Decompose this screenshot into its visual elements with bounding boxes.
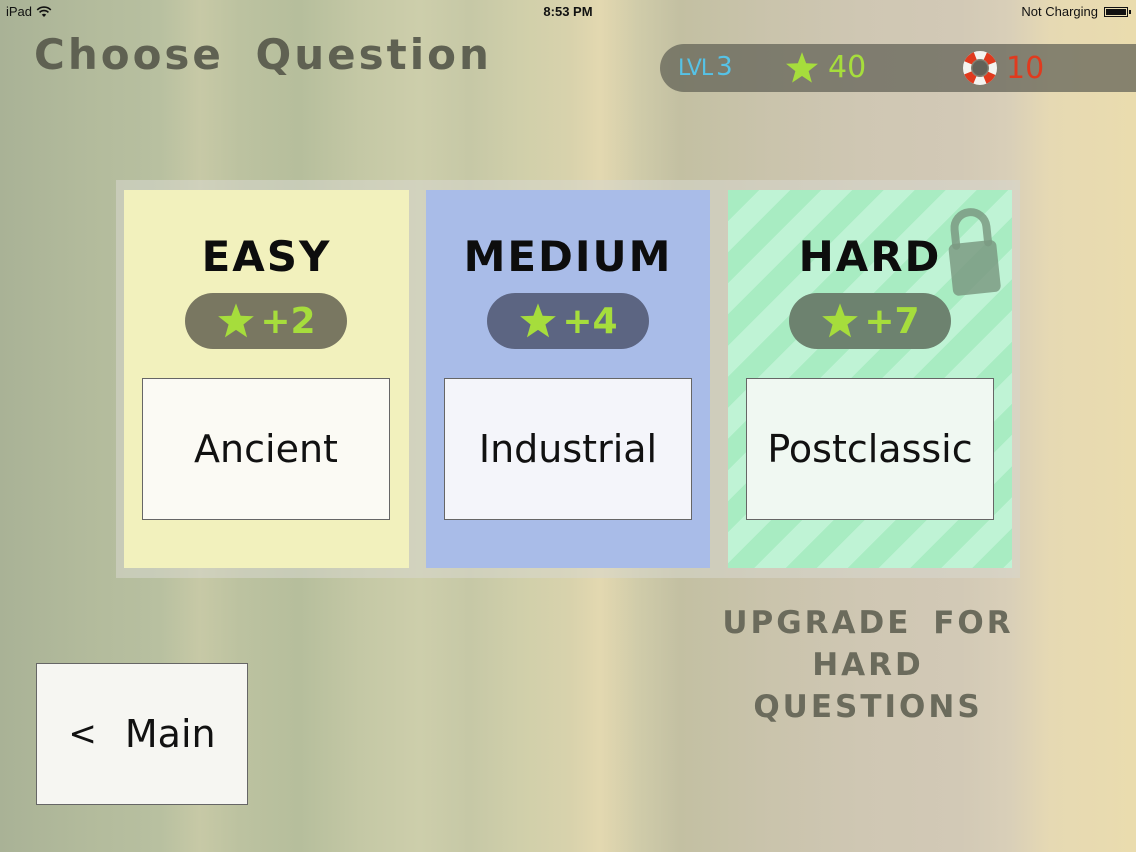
lives-count-value: 10 (1006, 50, 1045, 86)
player-stats-bar: LVL 3 40 10 (660, 44, 1136, 92)
lifebuoy-icon (963, 51, 997, 85)
star-count: 40 (784, 50, 866, 85)
main-button-label: Main (124, 712, 216, 756)
upgrade-message: UPGRADE FOR HARD QUESTIONS (718, 602, 1018, 728)
star-icon (822, 303, 859, 338)
card-easy-title: EASY (201, 232, 332, 281)
status-bar: iPad 8:53 PM Not Charging (0, 0, 1136, 24)
upgrade-line-1: UPGRADE FOR (722, 605, 1014, 641)
star-count-value: 40 (828, 50, 867, 85)
lives-count: 10 (962, 50, 1044, 86)
charging-status: Not Charging (1021, 4, 1098, 19)
star-icon (520, 303, 557, 338)
topic-button-medium[interactable]: Industrial (444, 378, 692, 520)
card-hard-reward: +7 (789, 293, 951, 349)
topic-button-easy[interactable]: Ancient (142, 378, 390, 520)
level-indicator: LVL 3 (678, 52, 733, 82)
upgrade-line-2: HARD (812, 647, 924, 683)
lock-icon (948, 208, 1001, 296)
back-chevron-icon: < (68, 714, 97, 754)
card-easy-reward: +2 (185, 293, 347, 349)
status-bar-right: Not Charging (1021, 4, 1131, 19)
main-menu-button[interactable]: < Main (36, 663, 248, 805)
card-easy-reward-value: +2 (260, 300, 316, 342)
topic-button-hard[interactable]: Postclassic (746, 378, 994, 520)
page-title: Choose Question (34, 30, 492, 79)
card-medium-reward: +4 (487, 293, 649, 349)
card-medium-reward-value: +4 (562, 300, 618, 342)
level-value: 3 (716, 52, 733, 82)
star-icon (218, 303, 255, 338)
upgrade-line-3: QUESTIONS (753, 689, 983, 725)
card-medium-title: MEDIUM (463, 232, 673, 281)
star-icon (786, 51, 818, 83)
level-label: LVL (678, 56, 713, 81)
status-time: 8:53 PM (543, 4, 593, 19)
card-hard-reward-value: +7 (864, 300, 920, 342)
battery-icon (1104, 6, 1131, 17)
